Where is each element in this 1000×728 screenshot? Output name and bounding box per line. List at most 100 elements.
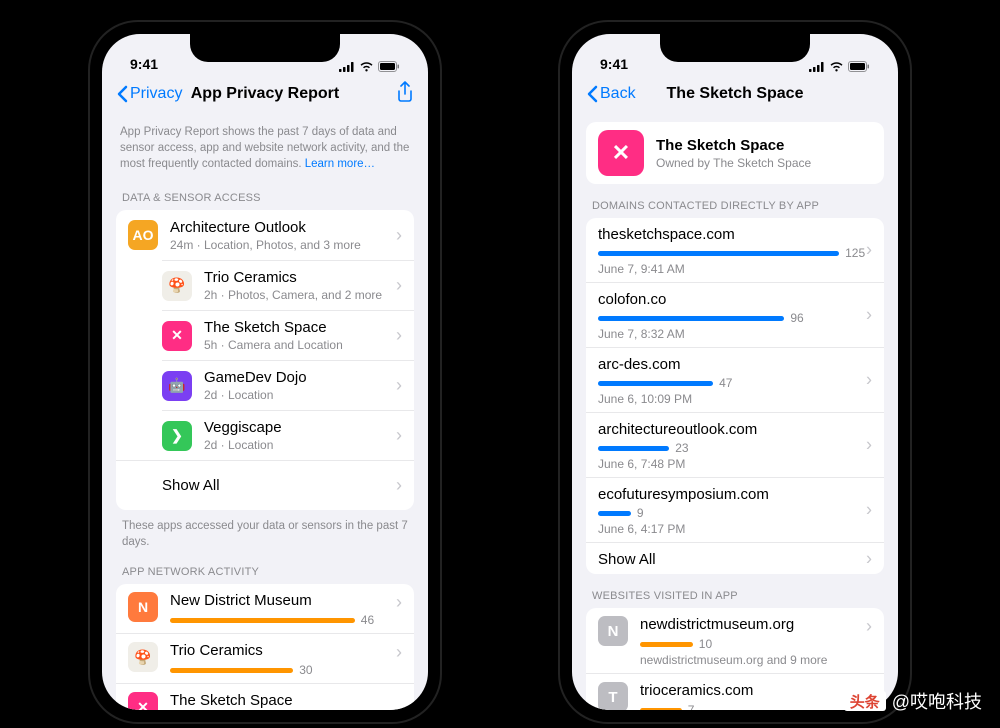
- contact-count: 96: [790, 311, 803, 325]
- app-name: New District Museum: [170, 592, 390, 610]
- app-name: The Sketch Space: [170, 692, 402, 710]
- domain-row[interactable]: arc-des.com 47 June 6, 10:09 PM ›: [586, 347, 884, 412]
- show-all-button[interactable]: Show All ›: [116, 460, 414, 510]
- website-count: 7: [688, 703, 695, 710]
- activity-bar: [170, 618, 355, 623]
- section-header-domains: DOMAINS CONTACTED DIRECTLY BY APP: [586, 184, 884, 218]
- contact-time: June 7, 9:41 AM: [598, 262, 872, 276]
- app-name: GameDev Dojo: [204, 369, 390, 387]
- contact-bar: [598, 251, 839, 256]
- signal-icon: [809, 62, 825, 72]
- chevron-right-icon: ›: [396, 225, 402, 246]
- chevron-right-icon: ›: [866, 616, 872, 637]
- app-header-card: ✕ The Sketch Space Owned by The Sketch S…: [586, 122, 884, 184]
- app-row[interactable]: ✕ The Sketch Space5h · Camera and Locati…: [162, 310, 414, 360]
- network-row[interactable]: N New District Museum 46 ›: [116, 584, 414, 633]
- app-icon: 🍄: [162, 271, 192, 301]
- contact-count: 23: [675, 441, 688, 455]
- intro-text: App Privacy Report shows the past 7 days…: [116, 114, 414, 176]
- contact-bar: [598, 381, 713, 386]
- contact-bar: [598, 511, 631, 516]
- domain-name: architectureoutlook.com: [598, 421, 872, 438]
- wifi-icon: [829, 61, 844, 72]
- websites-card: N newdistrictmuseum.org 10 newdistrictmu…: [586, 608, 884, 710]
- app-name: Architecture Outlook: [170, 219, 390, 237]
- contact-count: 47: [719, 376, 732, 390]
- chevron-right-icon: ›: [866, 240, 872, 261]
- back-button[interactable]: Back: [586, 85, 636, 103]
- app-row[interactable]: ❯ Veggiscape2d · Location ›: [162, 410, 414, 460]
- app-name: The Sketch Space: [204, 319, 390, 337]
- domain-row[interactable]: thesketchspace.com 125 June 7, 9:41 AM ›: [586, 218, 884, 282]
- website-detail: newdistrictmuseum.org and 9 more: [640, 653, 860, 667]
- back-button[interactable]: Privacy: [116, 85, 182, 103]
- network-row[interactable]: 🍄 Trio Ceramics 30 ›: [116, 633, 414, 683]
- app-detail: 5h · Camera and Location: [204, 338, 390, 352]
- phone-left: 9:41 Privacy App Privacy Report: [90, 22, 440, 722]
- website-row[interactable]: T trioceramics.com 7 trioceramics.com an…: [586, 673, 884, 710]
- website-bar: [640, 642, 693, 647]
- screen: 9:41 Back The Sketch Space ✕: [572, 34, 898, 710]
- app-icon: ✕: [162, 321, 192, 351]
- show-all-label: Show All: [162, 477, 390, 495]
- notch: [660, 34, 810, 62]
- activity-count: 46: [361, 613, 374, 627]
- learn-more-link[interactable]: Learn more…: [305, 158, 375, 170]
- website-row[interactable]: N newdistrictmuseum.org 10 newdistrictmu…: [586, 608, 884, 673]
- activity-bar: [170, 668, 293, 673]
- show-all-button[interactable]: Show All ›: [586, 542, 884, 574]
- chevron-right-icon: ›: [866, 305, 872, 326]
- chevron-left-icon: [116, 85, 128, 103]
- chevron-right-icon: ›: [866, 548, 872, 569]
- status-time: 9:41: [130, 56, 158, 72]
- app-row[interactable]: 🍄 Trio Ceramics2h · Photos, Camera, and …: [162, 260, 414, 310]
- chevron-right-icon: ›: [396, 275, 402, 296]
- domain-row[interactable]: architectureoutlook.com 23 June 6, 7:48 …: [586, 412, 884, 477]
- app-row[interactable]: 🤖 GameDev Dojo2d · Location ›: [162, 360, 414, 410]
- app-icon: AO: [128, 220, 158, 250]
- scroll-content[interactable]: App Privacy Report shows the past 7 days…: [102, 114, 428, 710]
- section-header-data-access: DATA & SENSOR ACCESS: [116, 176, 414, 210]
- website-bar: [640, 708, 682, 711]
- contact-bar: [598, 446, 669, 451]
- app-name: The Sketch Space: [656, 137, 872, 155]
- website-count: 10: [699, 637, 712, 651]
- contact-time: June 6, 10:09 PM: [598, 392, 872, 406]
- app-detail: 2h · Photos, Camera, and 2 more: [204, 288, 390, 302]
- back-label: Privacy: [130, 85, 182, 103]
- back-label: Back: [600, 85, 636, 103]
- contact-time: June 6, 7:48 PM: [598, 457, 872, 471]
- nav-bar: Back The Sketch Space: [572, 74, 898, 114]
- section-footer: These apps accessed your data or sensors…: [116, 510, 414, 550]
- app-detail: 2d · Location: [204, 438, 390, 452]
- chevron-right-icon: ›: [396, 325, 402, 346]
- wifi-icon: [359, 61, 374, 72]
- domain-name: ecofuturesymposium.com: [598, 486, 872, 503]
- domain-name: arc-des.com: [598, 356, 872, 373]
- battery-icon: [848, 61, 870, 72]
- network-activity-card: N New District Museum 46 › 🍄 Trio Cerami…: [116, 584, 414, 710]
- phone-right: 9:41 Back The Sketch Space ✕: [560, 22, 910, 722]
- app-row[interactable]: AO Architecture Outlook24m · Location, P…: [116, 210, 414, 260]
- scroll-content[interactable]: ✕ The Sketch Space Owned by The Sketch S…: [572, 114, 898, 710]
- battery-icon: [378, 61, 400, 72]
- app-detail: 24m · Location, Photos, and 3 more: [170, 238, 390, 252]
- website-domain: trioceramics.com: [640, 682, 872, 700]
- chevron-right-icon: ›: [396, 592, 402, 613]
- app-name: Trio Ceramics: [170, 642, 390, 660]
- chevron-right-icon: ›: [866, 435, 872, 456]
- activity-count: 30: [299, 663, 312, 677]
- app-icon: N: [128, 592, 158, 622]
- website-icon: T: [598, 682, 628, 710]
- data-access-card: AO Architecture Outlook24m · Location, P…: [116, 210, 414, 510]
- chevron-right-icon: ›: [396, 425, 402, 446]
- share-icon: [396, 81, 414, 103]
- domain-name: colofon.co: [598, 291, 872, 308]
- network-row[interactable]: ✕ The Sketch Space 25: [116, 683, 414, 710]
- domain-row[interactable]: ecofuturesymposium.com 9 June 6, 4:17 PM…: [586, 477, 884, 542]
- chevron-right-icon: ›: [396, 475, 402, 496]
- contact-time: June 7, 8:32 AM: [598, 327, 872, 341]
- domain-row[interactable]: colofon.co 96 June 7, 8:32 AM ›: [586, 282, 884, 347]
- share-button[interactable]: [396, 81, 414, 108]
- section-header-websites: WEBSITES VISITED IN APP: [586, 574, 884, 608]
